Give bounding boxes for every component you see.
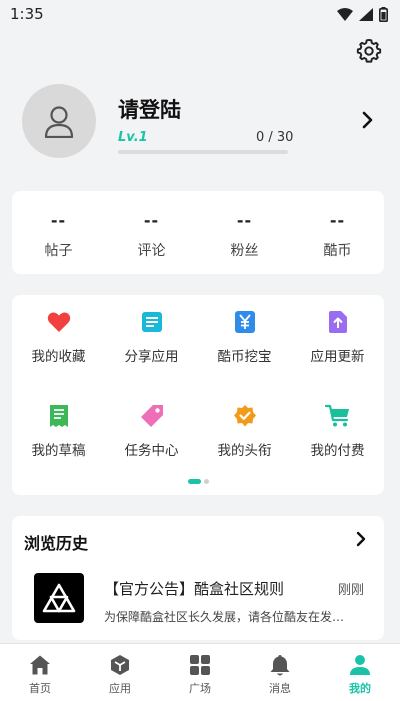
level-progress-text: 0 / 30: [256, 130, 294, 145]
nav-label: 广场: [189, 682, 211, 695]
wifi-icon: [337, 7, 353, 21]
feature-label: 我的付费: [310, 443, 365, 459]
feature-label: 我的头衔: [217, 443, 272, 459]
feature-task-center[interactable]: 任务中心: [105, 403, 198, 459]
stat-label: 评论: [137, 243, 166, 259]
tag-icon: [139, 403, 165, 429]
stat-label: 粉丝: [230, 243, 259, 259]
feature-label: 任务中心: [124, 443, 179, 459]
page-dot: [203, 479, 209, 484]
square-icon: [188, 653, 212, 677]
feature-coin-treasure[interactable]: 酷币挖宝: [198, 309, 291, 365]
feature-label: 我的收藏: [31, 349, 86, 365]
stat-value: --: [236, 211, 253, 230]
nav-label: 应用: [109, 682, 131, 695]
stat-value: --: [143, 211, 160, 230]
level-progress-bar: [118, 150, 288, 154]
status-time: 1:35: [10, 5, 44, 23]
user-placeholder-icon: [44, 106, 74, 138]
home-icon: [28, 653, 52, 677]
stat-label: 酷币: [323, 243, 352, 259]
nav-label: 我的: [349, 682, 371, 695]
stat-coins[interactable]: -- 酷币: [291, 191, 384, 274]
stat-posts[interactable]: -- 帖子: [12, 191, 105, 274]
nav-label: 首页: [29, 682, 51, 695]
login-title[interactable]: 请登陆: [118, 94, 181, 124]
features-card: 我的收藏 分享应用 酷币挖宝 应用更新 我的草稿 任务中心 我的头衔 我的付费: [12, 295, 384, 495]
feature-label: 分享应用: [124, 349, 179, 365]
battery-icon: [379, 6, 388, 22]
status-icons: [337, 6, 388, 22]
status-bar: 1:35: [0, 0, 400, 28]
profile-header[interactable]: 请登陆 Lv.1 0 / 30: [22, 84, 382, 160]
feature-label: 酷币挖宝: [217, 349, 272, 365]
nav-home[interactable]: 首页: [0, 644, 80, 701]
page-dot-active: [187, 479, 201, 484]
nav-square[interactable]: 广场: [160, 644, 240, 701]
history-item-desc[interactable]: 为保障酷盒社区长久发展，请各位酷友在发…: [104, 608, 374, 625]
share-app-icon: [139, 309, 165, 335]
nav-apps[interactable]: 应用: [80, 644, 160, 701]
feature-share-app[interactable]: 分享应用: [105, 309, 198, 365]
draft-icon: [46, 403, 72, 429]
nav-label: 消息: [269, 682, 291, 695]
history-more-button[interactable]: [354, 530, 368, 548]
heart-icon: [46, 309, 72, 335]
nav-mine[interactable]: 我的: [320, 644, 400, 701]
page-indicator: [12, 479, 384, 484]
person-icon: [348, 653, 372, 677]
badge-icon: [232, 403, 258, 429]
feature-drafts[interactable]: 我的草稿: [12, 403, 105, 459]
coin-treasure-icon: [232, 309, 258, 335]
stat-value: --: [329, 211, 346, 230]
nav-messages[interactable]: 消息: [240, 644, 320, 701]
feature-favorites[interactable]: 我的收藏: [12, 309, 105, 365]
chevron-right-icon: [356, 531, 366, 547]
feature-label: 我的草稿: [31, 443, 86, 459]
feature-my-payments[interactable]: 我的付费: [291, 403, 384, 459]
bottom-nav: 首页 应用 广场 消息 我的: [0, 643, 400, 701]
avatar[interactable]: [22, 84, 96, 158]
history-card: 浏览历史 【官方公告】酷盒社区规则 刚刚 为保障酷盒社区长久发展，请各位酷友在发…: [12, 516, 384, 640]
stat-value: --: [50, 211, 67, 230]
chevron-right-icon: [362, 111, 373, 129]
profile-arrow[interactable]: [358, 108, 378, 132]
history-item-thumbnail[interactable]: [34, 573, 84, 623]
stat-label: 帖子: [44, 243, 73, 259]
history-item-title[interactable]: 【官方公告】酷盒社区规则: [104, 578, 284, 599]
coolbox-logo-icon: [42, 583, 76, 613]
gear-icon: [356, 38, 382, 63]
apps-icon: [108, 653, 132, 677]
feature-titles[interactable]: 我的头衔: [198, 403, 291, 459]
stat-comments[interactable]: -- 评论: [105, 191, 198, 274]
update-icon: [325, 309, 351, 335]
features-grid: 我的收藏 分享应用 酷币挖宝 应用更新 我的草稿 任务中心 我的头衔 我的付费: [12, 309, 384, 459]
history-item-time: 刚刚: [337, 583, 364, 598]
stats-card: -- 帖子 -- 评论 -- 粉丝 -- 酷币: [12, 191, 384, 274]
feature-label: 应用更新: [310, 349, 365, 365]
level-label: Lv.1: [118, 130, 148, 145]
cart-icon: [324, 403, 351, 429]
feature-app-update[interactable]: 应用更新: [291, 309, 384, 365]
bell-icon: [268, 653, 292, 677]
signal-icon: [359, 7, 373, 21]
history-title: 浏览历史: [24, 534, 89, 553]
settings-button[interactable]: [356, 38, 382, 64]
stat-fans[interactable]: -- 粉丝: [198, 191, 291, 274]
